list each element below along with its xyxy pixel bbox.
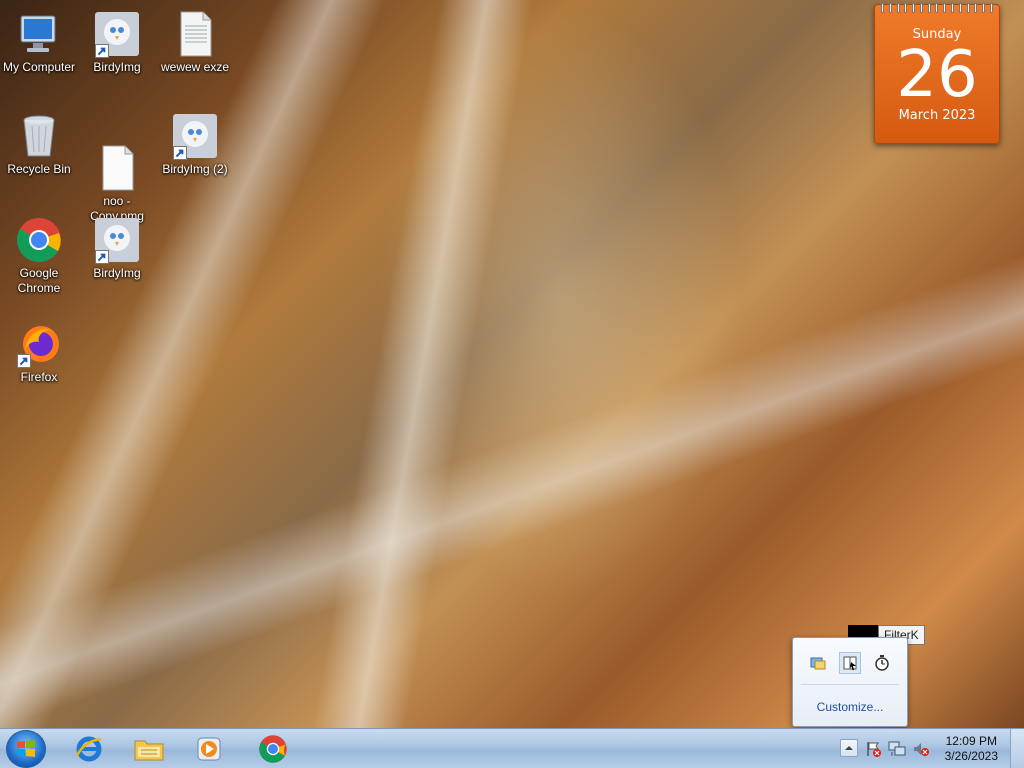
taskbar-file-explorer[interactable] <box>124 731 174 767</box>
desktop-icon-wewew-exze[interactable]: wewew exze <box>156 10 234 75</box>
desktop-icon-my-computer[interactable]: My Computer <box>0 10 78 75</box>
taskbar-media-player[interactable] <box>184 731 234 767</box>
bird-image-icon <box>93 10 141 58</box>
desktop-icon-label: Firefox <box>20 370 58 384</box>
desktop-icon-label: Google Chrome <box>17 266 61 295</box>
show-hidden-icons-button[interactable] <box>840 739 858 757</box>
taskbar-google-chrome[interactable] <box>248 731 298 767</box>
desktop-icon-label: BirdyImg <box>93 60 141 74</box>
chrome-icon <box>15 216 63 264</box>
desktop-icon-label: Recycle Bin <box>7 162 71 176</box>
calendar-gadget[interactable]: Sunday 26 March 2023 <box>874 3 1000 144</box>
clock-time: 12:09 PM <box>945 734 997 748</box>
firefox-icon <box>15 320 63 368</box>
network-icon[interactable] <box>888 740 906 758</box>
taskbar: 12:09 PM 3/26/2023 <box>0 728 1024 768</box>
volume-muted-icon[interactable] <box>912 740 930 758</box>
windows-logo-icon <box>17 740 35 757</box>
desktop-icon-firefox[interactable]: Firefox <box>0 320 78 385</box>
desktop-icon-birdyimg-2[interactable]: BirdyImg (2) <box>156 112 234 177</box>
tray-popup-divider <box>801 684 899 685</box>
tray-popup-network-icon[interactable] <box>807 652 829 674</box>
shortcut-arrow-icon <box>173 146 187 160</box>
recycle-bin-icon <box>15 112 63 160</box>
calendar-month-year: March 2023 <box>898 108 976 123</box>
desktop-icon-label: My Computer <box>2 60 76 74</box>
tray-popup-timer-icon[interactable] <box>871 652 893 674</box>
internet-explorer-icon <box>75 736 102 762</box>
desktop-icon-label: BirdyImg <box>93 266 141 280</box>
desktop-icon-recycle-bin[interactable]: Recycle Bin <box>0 112 78 177</box>
folder-icon <box>134 740 164 761</box>
start-button[interactable] <box>6 730 46 768</box>
desktop-icon-birdyimg[interactable]: BirdyImg <box>78 10 156 75</box>
chrome-icon <box>259 735 287 763</box>
bird-image-icon <box>93 216 141 264</box>
shortcut-arrow-icon <box>95 44 109 58</box>
shortcut-arrow-icon <box>17 354 31 368</box>
chevron-up-icon <box>845 746 853 750</box>
clock-date: 3/26/2023 <box>944 749 998 763</box>
action-center-flag-icon[interactable] <box>864 740 882 758</box>
media-player-icon <box>197 737 221 761</box>
blank-file-icon <box>93 129 141 191</box>
calendar-day-number: 26 <box>896 38 978 112</box>
taskbar-internet-explorer[interactable] <box>64 731 114 767</box>
calendar-rings <box>881 3 993 15</box>
bird-image-icon <box>171 112 219 160</box>
notification-overflow-popup: Customize... <box>792 637 908 727</box>
desktop-icon-google-chrome[interactable]: Google Chrome <box>0 216 78 296</box>
computer-icon <box>15 10 63 58</box>
show-desktop-button[interactable] <box>1010 729 1024 768</box>
system-tray: 12:09 PM 3/26/2023 <box>834 729 1024 768</box>
shortcut-arrow-icon <box>95 250 109 264</box>
customize-link[interactable]: Customize... <box>793 700 907 714</box>
taskbar-clock[interactable]: 12:09 PM 3/26/2023 <box>945 734 998 764</box>
tray-popup-filterk-icon[interactable] <box>839 652 861 674</box>
text-file-icon <box>171 10 219 58</box>
desktop-icon-birdyimg-3[interactable]: BirdyImg <box>78 216 156 281</box>
desktop-icon-label: wewew exze <box>160 60 230 74</box>
desktop-icon-label: BirdyImg (2) <box>162 162 228 176</box>
